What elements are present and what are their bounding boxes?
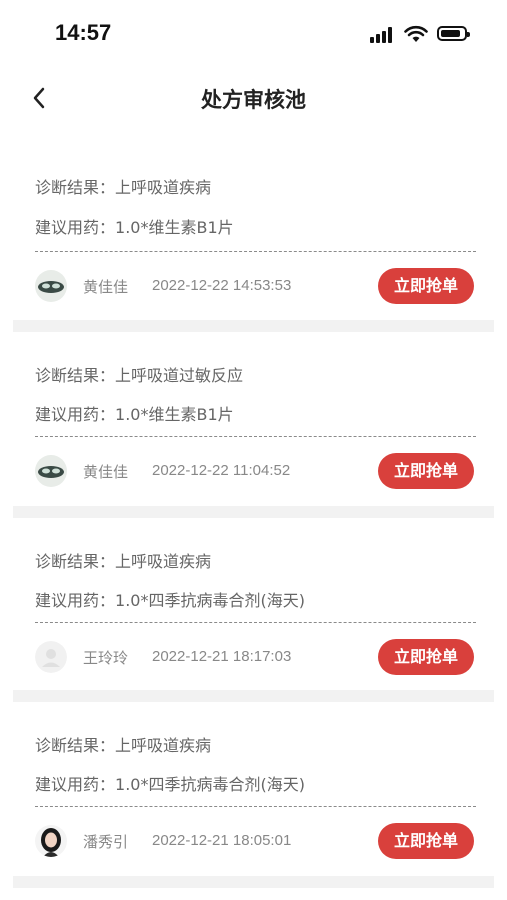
medication-value: 1.0*四季抗病毒合剂(海天) [115, 591, 305, 610]
battery-icon [437, 26, 470, 41]
nav-bar: 处方审核池 [0, 70, 507, 130]
card-separator [13, 690, 494, 702]
diagnosis-value: 上呼吸道疾病 [115, 736, 212, 755]
grab-order-button[interactable]: 立即抢单 [378, 639, 474, 675]
divider [35, 436, 476, 437]
prescription-card: 诊断结果：上呼吸道疾病 建议用药：1.0*维生素B1片 黄佳佳 2022-12-… [13, 140, 494, 320]
diagnosis-label: 诊断结果： [35, 736, 116, 755]
woman-avatar-icon [35, 825, 67, 857]
divider [35, 806, 476, 807]
doctor-name: 黄佳佳 [83, 463, 129, 481]
default-avatar-icon [35, 641, 67, 673]
medication-row: 建议用药：1.0*维生素B1片 [35, 214, 234, 238]
medication-label: 建议用药： [35, 591, 116, 610]
grab-order-button[interactable]: 立即抢单 [378, 823, 474, 859]
medication-row: 建议用药：1.0*维生素B1片 [35, 401, 234, 425]
doctor-name: 黄佳佳 [83, 278, 129, 296]
doctor-name: 王玲玲 [83, 649, 129, 667]
timestamp: 2022-12-21 18:17:03 [152, 648, 292, 665]
medication-label: 建议用药： [35, 405, 116, 424]
card-separator [13, 876, 494, 888]
medication-label: 建议用药： [35, 218, 116, 237]
diagnosis-label: 诊断结果： [35, 366, 116, 385]
grab-order-button[interactable]: 立即抢单 [378, 268, 474, 304]
diagnosis-value: 上呼吸道过敏反应 [115, 366, 244, 385]
timestamp: 2022-12-21 18:05:01 [152, 832, 292, 849]
divider [35, 622, 476, 623]
status-bar: 14:57 [0, 0, 507, 70]
status-time: 14:57 [55, 20, 112, 45]
card-separator [13, 506, 494, 518]
timestamp: 2022-12-22 11:04:52 [152, 462, 291, 479]
medication-value: 1.0*维生素B1片 [115, 405, 234, 424]
medication-label: 建议用药： [35, 775, 116, 794]
diagnosis-value: 上呼吸道疾病 [115, 178, 212, 197]
doctor-avatar-icon [35, 455, 67, 487]
diagnosis-value: 上呼吸道疾病 [115, 552, 212, 571]
diagnosis-row: 诊断结果：上呼吸道过敏反应 [35, 362, 243, 386]
prescription-card: 诊断结果：上呼吸道疾病 建议用药：1.0*四季抗病毒合剂(海天) 王玲玲 202… [13, 518, 494, 690]
prescription-card: 诊断结果：上呼吸道过敏反应 建议用药：1.0*维生素B1片 黄佳佳 2022-1… [13, 332, 494, 506]
divider [35, 251, 476, 252]
wifi-icon [404, 25, 428, 42]
diagnosis-label: 诊断结果： [35, 178, 116, 197]
doctor-name: 潘秀引 [83, 833, 129, 851]
cellular-signal-icon [370, 27, 396, 43]
card-separator [13, 320, 494, 332]
diagnosis-row: 诊断结果：上呼吸道疾病 [35, 548, 211, 572]
grab-order-button[interactable]: 立即抢单 [378, 453, 474, 489]
doctor-avatar-icon [35, 270, 67, 302]
diagnosis-row: 诊断结果：上呼吸道疾病 [35, 174, 211, 198]
prescription-card: 诊断结果：上呼吸道疾病 建议用药：1.0*四季抗病毒合剂(海天) 潘秀引 202… [13, 702, 494, 874]
medication-value: 1.0*维生素B1片 [115, 218, 234, 237]
timestamp: 2022-12-22 14:53:53 [152, 277, 292, 294]
medication-row: 建议用药：1.0*四季抗病毒合剂(海天) [35, 771, 305, 795]
page-title: 处方审核池 [201, 88, 306, 112]
medication-value: 1.0*四季抗病毒合剂(海天) [115, 775, 305, 794]
medication-row: 建议用药：1.0*四季抗病毒合剂(海天) [35, 587, 305, 611]
diagnosis-label: 诊断结果： [35, 552, 116, 571]
diagnosis-row: 诊断结果：上呼吸道疾病 [35, 732, 211, 756]
